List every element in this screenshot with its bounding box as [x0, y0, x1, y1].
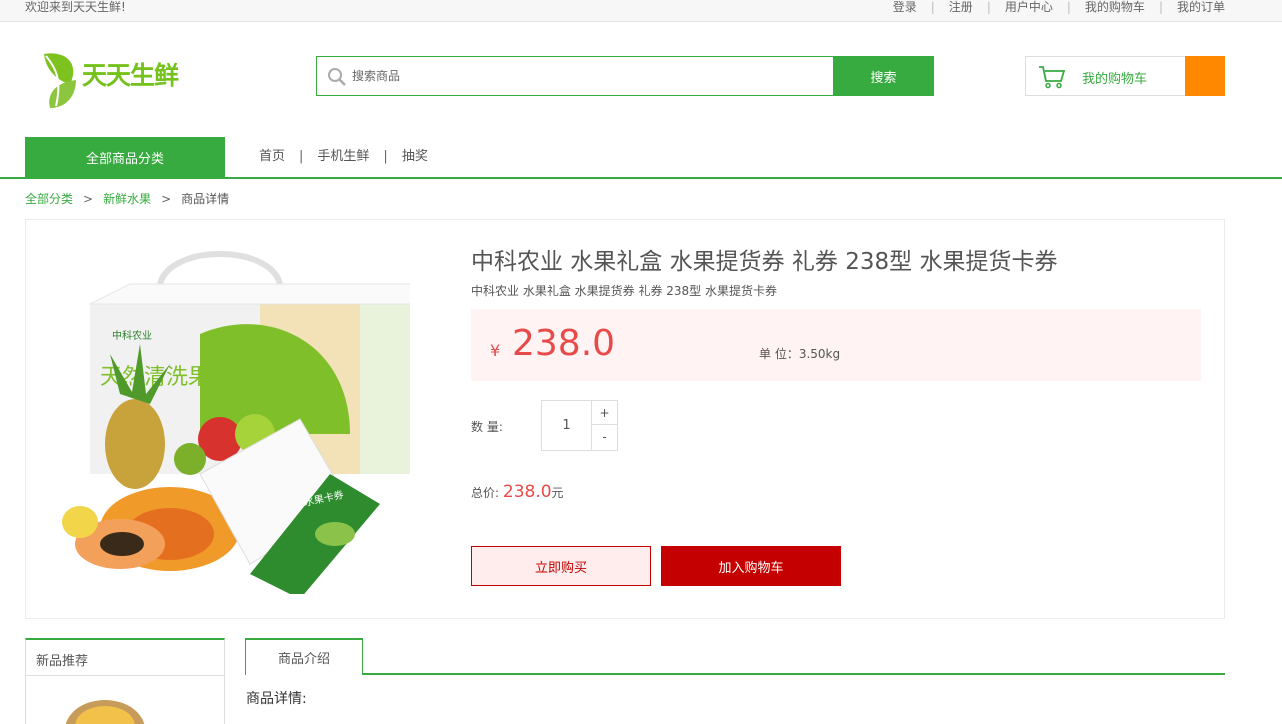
total-suffix: 元 [551, 486, 564, 500]
breadcrumb-separator: > [83, 192, 94, 206]
divider: | [930, 0, 935, 14]
site-logo[interactable]: 天天生鲜 [40, 48, 200, 112]
divider [26, 675, 224, 676]
search-button[interactable]: 搜索 [833, 56, 934, 96]
cart-label: 我的购物车 [1082, 72, 1148, 87]
breadcrumb: 全部分类 > 新鲜水果 > 商品详情 [25, 191, 229, 207]
total-price: 总价: 238.0元 [471, 482, 564, 502]
search-icon [328, 68, 346, 86]
total-value: 238.0 [502, 482, 552, 502]
product-price: 238.0 [512, 323, 616, 364]
leaf-logo-icon [44, 53, 76, 108]
quantity-input[interactable] [542, 401, 592, 450]
divider: | [986, 0, 991, 14]
new-product-thumbnail[interactable] [64, 690, 146, 724]
quantity-stepper: + - [541, 400, 618, 451]
goods-detail-panel: 中科农业 天然清洗果蔬 水果卡券 中科农业 水果礼盒 水果提货券 礼券 238型… [25, 219, 1225, 619]
nav-links: 首页 | 手机生鲜 | 抽奖 [259, 137, 428, 177]
breadcrumb-all-categories[interactable]: 全部分类 [25, 191, 73, 207]
cart-count-badge [1185, 56, 1225, 96]
quantity-label: 数 量: [471, 420, 503, 434]
product-unit: 单 位：3.50kg [759, 347, 841, 361]
add-to-cart-button[interactable]: 加入购物车 [661, 546, 841, 586]
price-box: ¥ 238.0 单 位：3.50kg [471, 309, 1201, 381]
nav-home-link[interactable]: 首页 [259, 137, 285, 177]
register-link[interactable]: 注册 [949, 0, 973, 14]
login-link[interactable]: 登录 [893, 0, 917, 14]
new-products-title: 新品推荐 [36, 654, 89, 669]
top-bar: 欢迎来到天天生鲜! 登录 | 注册 | 用户中心 | 我的购物车 | 我的订单 [0, 0, 1282, 22]
total-label: 总价: [471, 486, 500, 500]
divider: | [299, 149, 304, 164]
quantity-plus-button[interactable]: + [592, 401, 617, 425]
breadcrumb-current: 商品详情 [181, 192, 230, 206]
buy-now-button[interactable]: 立即购买 [471, 546, 651, 586]
top-links: 登录 | 注册 | 用户中心 | 我的购物车 | 我的订单 [893, 0, 1225, 14]
cart-widget[interactable]: 我的购物车 [1025, 56, 1225, 96]
my-orders-link[interactable]: 我的订单 [1177, 0, 1225, 14]
user-center-link[interactable]: 用户中心 [1005, 0, 1053, 14]
nav-lottery-link[interactable]: 抽奖 [402, 137, 428, 177]
breadcrumb-separator: > [161, 192, 172, 206]
search-input[interactable] [352, 57, 832, 95]
my-cart-link[interactable]: 我的购物车 [1085, 0, 1145, 14]
shopping-cart-icon [1039, 66, 1066, 89]
new-products-panel: 新品推荐 [25, 638, 225, 724]
product-image: 中科农业 天然清洗果蔬 水果卡券 [62, 251, 410, 594]
search-bar: 搜索 [316, 56, 934, 96]
welcome-text: 欢迎来到天天生鲜! [25, 0, 126, 14]
tab-underline [245, 673, 1225, 675]
nav-mobile-link[interactable]: 手机生鲜 [317, 137, 369, 177]
breadcrumb-fresh-fruit[interactable]: 新鲜水果 [103, 191, 151, 207]
divider: | [1158, 0, 1163, 14]
box-brand-text: 中科农业 [112, 329, 152, 342]
divider: | [1066, 0, 1071, 14]
all-categories-button[interactable]: 全部商品分类 [25, 137, 225, 177]
main-nav: 全部商品分类 首页 | 手机生鲜 | 抽奖 [0, 137, 1282, 179]
divider: | [383, 149, 388, 164]
tab-product-intro[interactable]: 商品介绍 [245, 638, 363, 675]
currency-symbol: ¥ [490, 341, 501, 360]
logo-text: 天天生鲜 [82, 61, 179, 90]
quantity-minus-button[interactable]: - [592, 425, 617, 449]
product-detail-heading: 商品详情: [246, 691, 307, 707]
product-title: 中科农业 水果礼盒 水果提货券 礼券 238型 水果提货卡券 [471, 249, 1058, 275]
product-subtitle: 中科农业 水果礼盒 水果提货券 礼券 238型 水果提货卡券 [471, 284, 777, 298]
